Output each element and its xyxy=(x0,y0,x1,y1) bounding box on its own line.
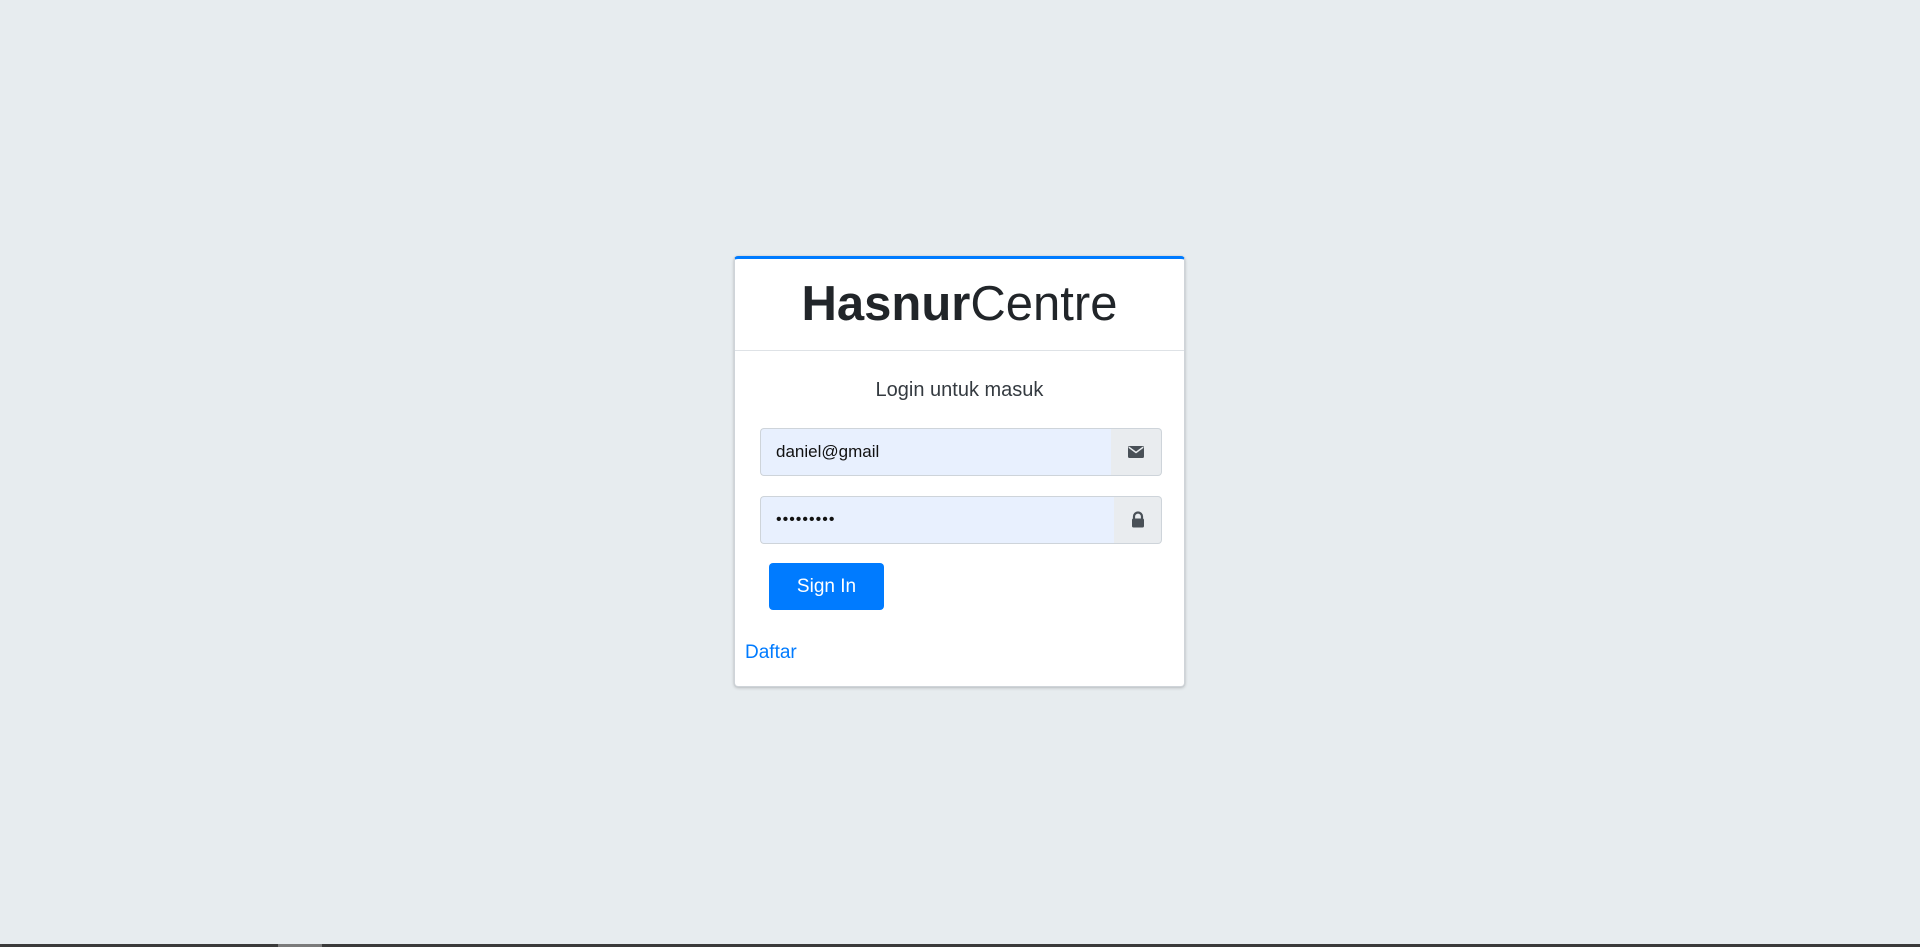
email-input-group xyxy=(760,428,1162,476)
register-link[interactable]: Daftar xyxy=(745,642,797,664)
login-message: Login untuk masuk xyxy=(875,379,1044,401)
lock-icon xyxy=(1131,511,1144,528)
envelope-icon xyxy=(1128,446,1144,458)
brand-name-light: Centre xyxy=(970,277,1118,331)
login-card: HasnurCentre Login untuk masuk daniel@gm… xyxy=(734,256,1185,687)
email-addon xyxy=(1111,428,1162,476)
email-input[interactable] xyxy=(760,428,1111,476)
password-addon xyxy=(1114,496,1162,544)
brand-name-bold: Hasnur xyxy=(801,277,971,331)
brand-logo[interactable]: HasnurCentre xyxy=(802,280,1118,329)
card-body: Login untuk masuk daniel@gmail Sign In D… xyxy=(735,351,1184,687)
sign-in-button[interactable]: Sign In xyxy=(769,563,884,610)
password-input[interactable] xyxy=(760,496,1114,544)
login-page: HasnurCentre Login untuk masuk daniel@gm… xyxy=(0,0,1920,947)
password-input-group xyxy=(760,496,1162,544)
card-header: HasnurCentre xyxy=(735,259,1184,351)
